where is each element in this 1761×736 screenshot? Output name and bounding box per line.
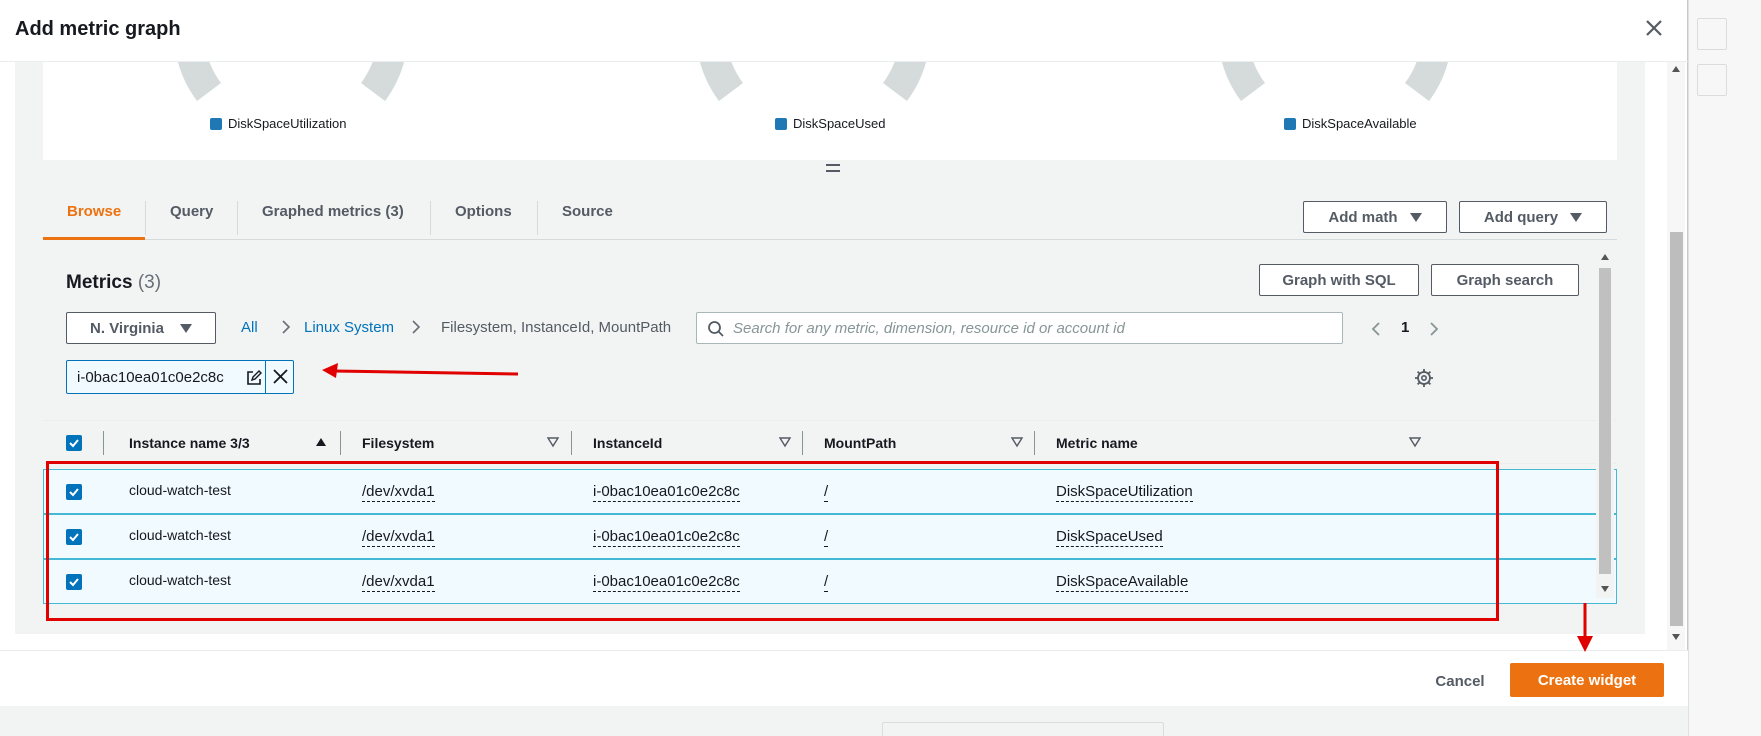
cancel-button[interactable]: Cancel <box>1410 665 1510 697</box>
sort-descending-icon[interactable] <box>547 436 559 448</box>
column-header-instance-name[interactable]: Instance name 3/3 <box>129 435 250 451</box>
sort-descending-icon[interactable] <box>1409 436 1421 448</box>
graph-search-button[interactable]: Graph search <box>1431 264 1579 296</box>
add-query-label: Add query <box>1483 208 1559 226</box>
column-divider <box>1034 431 1035 455</box>
column-divider <box>340 431 341 455</box>
gauge-legend: DiskSpaceAvailable <box>1284 116 1417 131</box>
legend-swatch <box>210 117 222 130</box>
tabs-bar: Browse Query Graphed metrics (3) Options… <box>43 185 1617 240</box>
modal-header: Add metric graph <box>0 0 1688 62</box>
scroll-down-icon[interactable] <box>1601 586 1609 592</box>
column-header-metric-name[interactable]: Metric name <box>1056 435 1138 451</box>
breadcrumb-all[interactable]: All <box>241 319 258 336</box>
caret-down-icon <box>179 323 192 333</box>
tab-query[interactable]: Query <box>146 185 237 240</box>
gauge-legend: DiskSpaceUtilization <box>210 116 347 131</box>
chevron-left-icon[interactable] <box>1369 320 1383 338</box>
gauge-dial <box>177 62 405 102</box>
modal-title: Add metric graph <box>15 18 181 40</box>
region-select[interactable]: N. Virginia <box>66 312 216 344</box>
gauge-dial <box>699 62 927 102</box>
metrics-heading: Metrics (3) <box>66 272 161 294</box>
chevron-right-icon[interactable] <box>1427 320 1441 338</box>
column-divider <box>802 431 803 455</box>
metric-search-input[interactable] <box>733 313 1333 343</box>
column-header-mount-path[interactable]: MountPath <box>824 435 896 451</box>
remove-icon <box>273 369 288 384</box>
scroll-up-icon[interactable] <box>1672 66 1680 72</box>
graph-with-sql-button[interactable]: Graph with SQL <box>1259 264 1419 296</box>
modal-scrollbar[interactable] <box>1667 62 1685 650</box>
scroll-down-icon[interactable] <box>1672 634 1680 640</box>
metrics-title: Metrics <box>66 272 133 293</box>
add-math-button[interactable]: Add math <box>1303 201 1447 233</box>
tab-graphed-metrics[interactable]: Graphed metrics (3) <box>238 185 428 240</box>
breadcrumb-dimensions: Filesystem, InstanceId, MountPath <box>441 319 672 336</box>
sort-ascending-icon[interactable] <box>315 436 327 448</box>
scroll-up-icon[interactable] <box>1601 254 1609 260</box>
caret-down-icon <box>1570 212 1583 222</box>
add-query-button[interactable]: Add query <box>1459 201 1607 233</box>
modal-footer: Cancel Create widget <box>0 650 1688 706</box>
annotation-arrow-down <box>1577 603 1593 652</box>
page-number[interactable]: 1 <box>1401 319 1409 336</box>
gear-icon[interactable] <box>1414 368 1434 388</box>
breadcrumb-separator-icon <box>412 320 421 334</box>
gauge-legend-label: DiskSpaceUsed <box>793 116 886 131</box>
add-math-label: Add math <box>1328 208 1398 226</box>
legend-swatch <box>1284 117 1296 130</box>
create-widget-button[interactable]: Create widget <box>1510 663 1664 697</box>
annotation-highlight-box <box>46 461 1499 621</box>
table-header: Instance name 3/3 Filesystem InstanceId … <box>43 420 1617 464</box>
background-control <box>882 722 1164 736</box>
search-icon <box>708 321 724 337</box>
annotation-arrow-left <box>322 363 519 378</box>
region-select-label: N. Virginia <box>90 319 164 337</box>
sort-descending-icon[interactable] <box>1011 436 1023 448</box>
scrollbar-thumb[interactable] <box>1599 268 1611 574</box>
legend-swatch <box>775 117 787 130</box>
filter-token: i-0bac10ea01c0e2c8c <box>66 360 294 394</box>
filter-token-label: i-0bac10ea01c0e2c8c <box>77 369 224 386</box>
select-all-checkbox[interactable] <box>66 435 82 451</box>
background-control <box>1697 18 1727 50</box>
background-page-edge <box>1688 0 1761 736</box>
edit-icon[interactable] <box>245 369 263 387</box>
tab-browse[interactable]: Browse <box>43 185 146 240</box>
gauge-legend: DiskSpaceUsed <box>775 116 886 131</box>
gauge-legend-label: DiskSpaceAvailable <box>1302 116 1417 131</box>
metric-search <box>696 312 1343 344</box>
breadcrumb-namespace[interactable]: Linux System <box>304 319 394 336</box>
background-control <box>1697 64 1727 96</box>
breadcrumb-separator-icon <box>282 320 291 334</box>
metrics-count: (3) <box>137 272 162 293</box>
background-page-bottom <box>0 706 1688 736</box>
gauge-dial <box>1221 62 1449 102</box>
sort-descending-icon[interactable] <box>779 436 791 448</box>
column-header-filesystem[interactable]: Filesystem <box>362 435 434 451</box>
caret-down-icon <box>1409 212 1422 222</box>
close-button[interactable] <box>1640 14 1668 42</box>
checkbox-checked-icon <box>69 439 79 448</box>
close-icon <box>1646 20 1662 36</box>
tab-source[interactable]: Source <box>538 185 637 240</box>
tab-options[interactable]: Options <box>431 185 536 240</box>
gauge-panel: DiskSpaceUtilization DiskSpaceUsed DiskS <box>43 62 1617 160</box>
table-scrollbar[interactable] <box>1596 250 1614 598</box>
column-divider <box>571 431 572 455</box>
column-header-instance-id[interactable]: InstanceId <box>593 435 662 451</box>
resize-handle[interactable] <box>825 162 841 174</box>
scrollbar-thumb[interactable] <box>1670 232 1683 626</box>
gauge-legend-label: DiskSpaceUtilization <box>228 116 347 131</box>
remove-filter-button[interactable] <box>265 361 294 393</box>
column-divider <box>103 431 104 455</box>
